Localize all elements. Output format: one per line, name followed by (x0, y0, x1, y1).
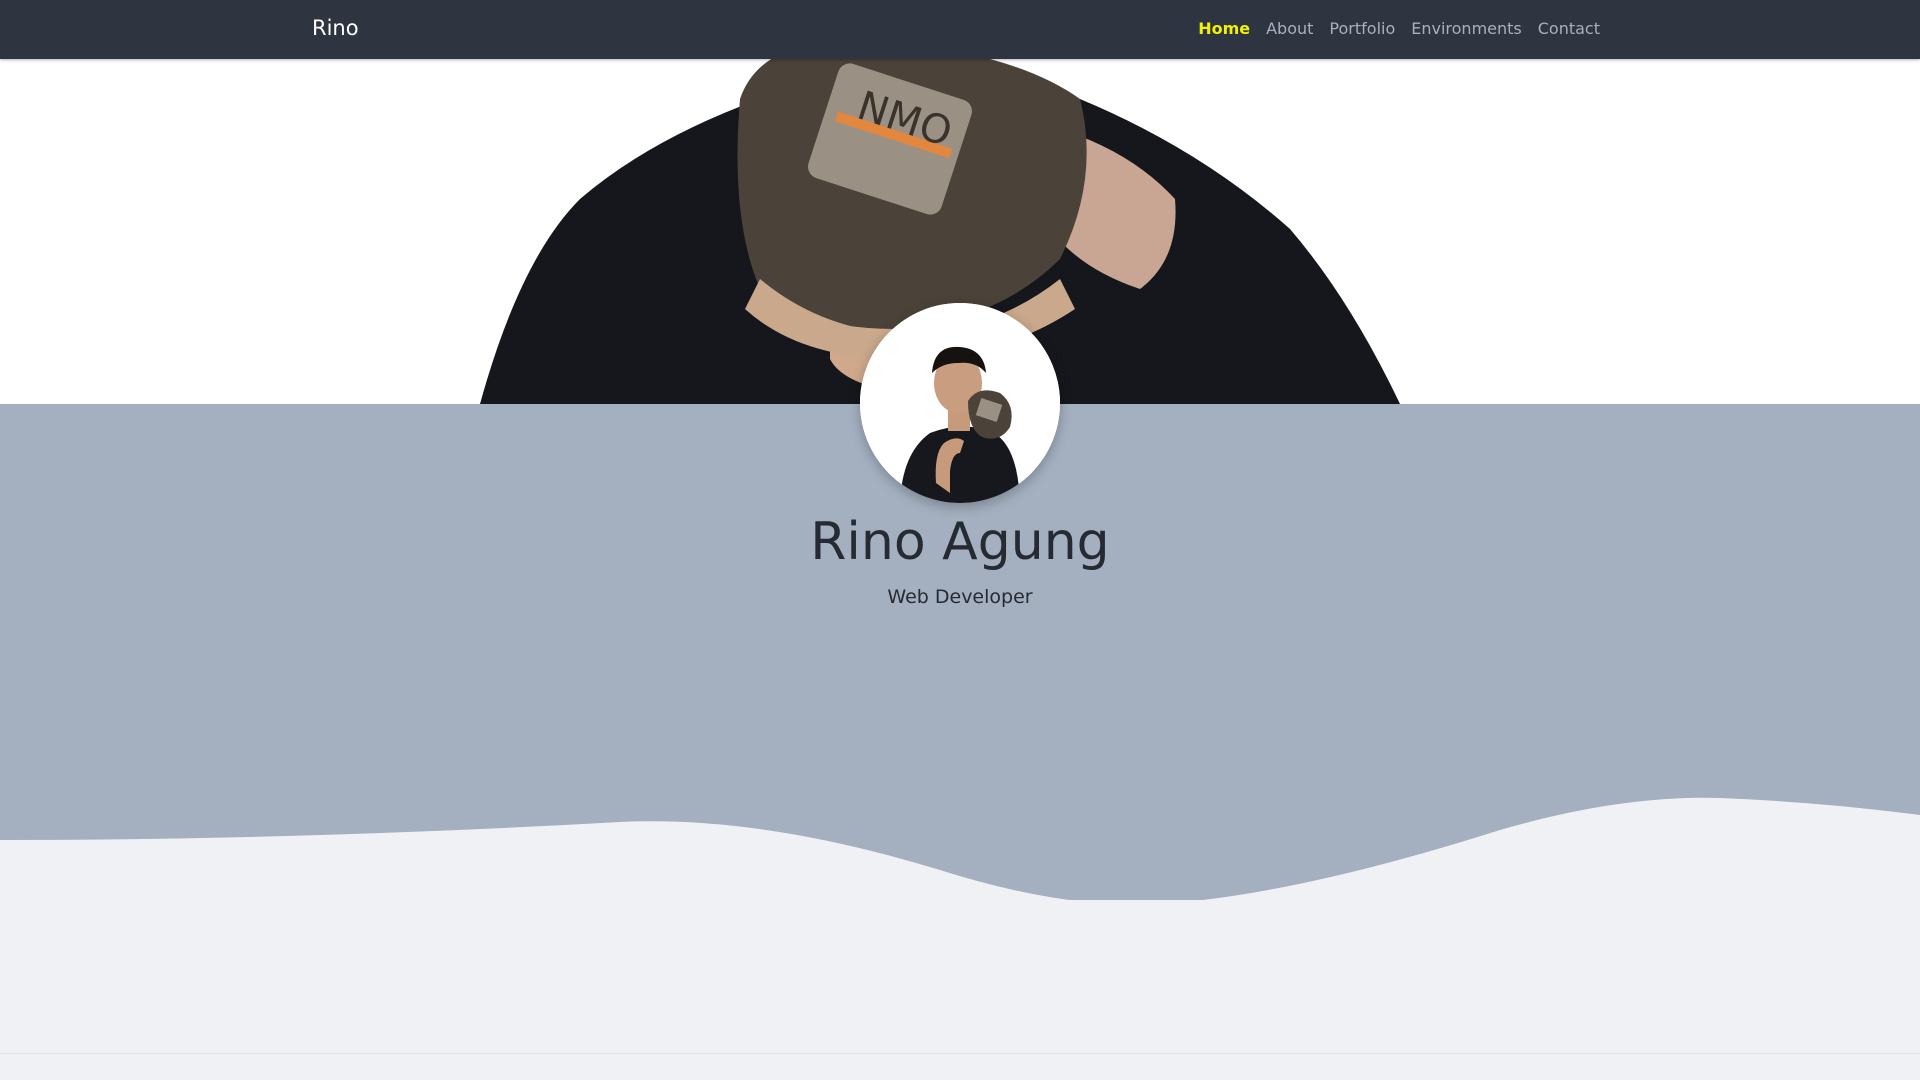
profile-name: Rino Agung (810, 512, 1110, 572)
nav-link-portfolio[interactable]: Portfolio (1329, 19, 1395, 38)
profile-avatar (860, 303, 1060, 503)
nav-links: Home About Portfolio Environments Contac… (1198, 19, 1600, 38)
section-divider-line (0, 1053, 1920, 1054)
nav-link-contact[interactable]: Contact (1538, 19, 1600, 38)
brand-logo-link[interactable]: Rino (312, 16, 359, 40)
wave-divider (0, 797, 1920, 920)
nav-link-about[interactable]: About (1266, 19, 1313, 38)
avatar-photo (860, 303, 1060, 503)
profile-role: Web Developer (887, 586, 1033, 608)
nav-link-environments[interactable]: Environments (1411, 19, 1522, 38)
nav-link-home[interactable]: Home (1198, 19, 1250, 38)
top-navbar: Rino Home About Portfolio Environments C… (0, 0, 1920, 59)
